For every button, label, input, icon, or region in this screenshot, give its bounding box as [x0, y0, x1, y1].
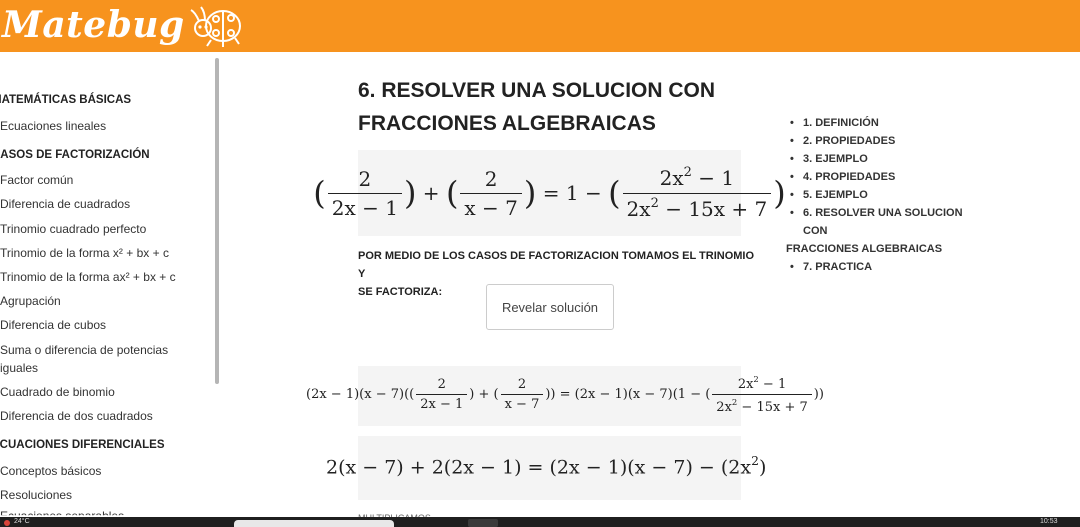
reveal-solution-button[interactable]: Revelar solución [486, 284, 614, 330]
sidebar-item-grouping[interactable]: Agrupación [0, 294, 61, 308]
sidebar-item-trinomial-x2[interactable]: Trinomio de la forma x² + bx + c [0, 246, 169, 260]
weather-icon [4, 520, 10, 526]
sidebar-heading-factorization: CASOS DE FACTORIZACIÓN [0, 149, 150, 161]
page-title-line-1: 6. RESOLVER UNA SOLUCION CON [358, 79, 716, 102]
sidebar-item-linear-equations[interactable]: Ecuaciones lineales [0, 119, 106, 133]
sidebar-item-difference-of-squares[interactable]: Diferencia de cuadrados [0, 197, 130, 211]
sidebar-item-sum-diff-powers-cont[interactable]: iguales [0, 361, 38, 375]
taskbar-clock: 10:53 [1040, 518, 1058, 525]
sidebar-heading-differential-equations: ECUACIONES DIFERENCIALES [0, 439, 165, 451]
equation-block-2: (2x − 1)(x − 7)((2 2x − 1) + (2 x − 7)) = … [306, 366, 824, 426]
toc-item-4[interactable]: • 4. PROPIEDADES [786, 168, 986, 186]
taskbar-search[interactable] [234, 520, 394, 527]
os-taskbar: 24°C 10:53 [0, 517, 1080, 527]
sidebar-item-trinomial-ax2[interactable]: Trinomio de la forma ax² + bx + c [0, 270, 176, 284]
sidebar-item-perfect-square-trinomial[interactable]: Trinomio cuadrado perfecto [0, 222, 146, 236]
toc-item-2[interactable]: • 2. PROPIEDADES [786, 132, 986, 150]
site-header: Matebug [0, 0, 1080, 52]
page-title-line-2: FRACCIONES ALGEBRAICAS [358, 112, 656, 135]
sidebar-item-resolutions[interactable]: Resoluciones [0, 488, 72, 502]
toc-item-6[interactable]: • 6. RESOLVER UNA SOLUCION CON [786, 204, 986, 240]
table-of-contents: • 1. DEFINICIÓN • 2. PROPIEDADES • 3. EJEMP… [786, 114, 986, 276]
logo-text: Matebug [2, 4, 185, 46]
sidebar-item-binomial-square[interactable]: Cuadrado de binomio [0, 385, 115, 399]
equation-block-1: ( 2 2x − 1 ) + ( 2x − 7 ) = 1 − ( 2x2 − 1… [313, 150, 786, 236]
sidebar-item-difference-of-cubes[interactable]: Diferencia de cubos [0, 318, 106, 332]
sidebar-scrollbar[interactable] [215, 58, 219, 384]
sidebar-item-difference-two-squares[interactable]: Diferencia de dos cuadrados [0, 409, 153, 423]
page-title: 6. RESOLVER UNA SOLUCION CON FRACCIONES … [358, 74, 778, 140]
taskbar-app[interactable] [468, 519, 498, 527]
explanation-line-1: POR MEDIO DE LOS CASOS DE FACTORIZACION … [358, 250, 755, 280]
sidebar-nav: MATEMÁTICAS BÁSICAS Ecuaciones lineales … [0, 52, 214, 517]
site-logo[interactable]: Matebug [2, 2, 245, 48]
equation-block-3: 2(x − 7) + 2(2x − 1) = (2x − 1)(x − 7) −… [326, 436, 766, 500]
toc-item-1[interactable]: • 1. DEFINICIÓN [786, 114, 986, 132]
sidebar-item-common-factor[interactable]: Factor común [0, 173, 73, 187]
toc-item-5[interactable]: • 5. EJEMPLO [786, 186, 986, 204]
weather-temp: 24°C [14, 518, 30, 525]
sidebar-item-basic-concepts[interactable]: Conceptos básicos [0, 464, 101, 478]
toc-item-6-wrap[interactable]: FRACCIONES ALGEBRAICAS [786, 240, 986, 258]
sidebar-heading-basic-math: MATEMÁTICAS BÁSICAS [0, 94, 132, 106]
sidebar-item-sum-diff-powers[interactable]: Suma o diferencia de potencias [0, 343, 168, 357]
toc-item-3[interactable]: • 3. EJEMPLO [786, 150, 986, 168]
toc-item-7[interactable]: • 7. PRACTICA [786, 258, 986, 276]
ladybug-icon [190, 6, 241, 47]
